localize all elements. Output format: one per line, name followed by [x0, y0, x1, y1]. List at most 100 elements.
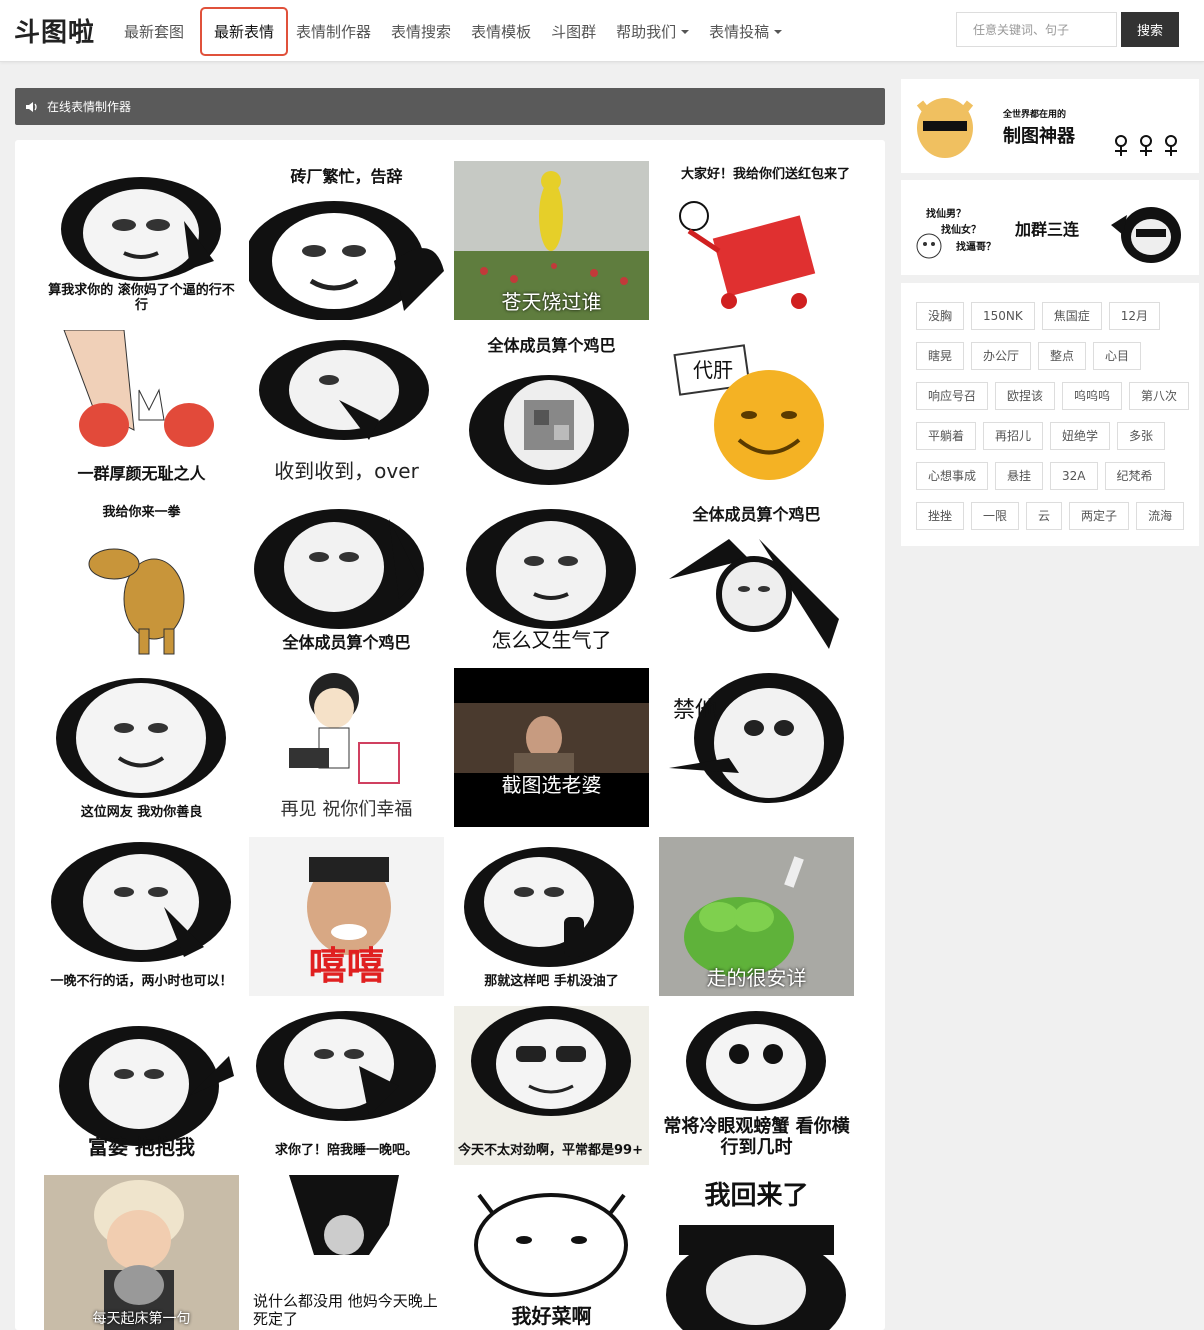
promo-banner-group[interactable]: 找仙男？ 找仙女？ 找逼哥？ 加群三连	[901, 180, 1199, 275]
emoticon-caption: 收到收到，over	[274, 459, 419, 483]
chevron-down-icon	[774, 30, 783, 34]
navbar: 斗图啦 最新套图 最新表情 表情制作器 表情搜索 表情模板 斗图群 帮助我们 表…	[0, 0, 1204, 62]
tag-item[interactable]: 挫挫	[916, 502, 965, 530]
tag-item[interactable]: 焦国症	[1041, 302, 1102, 330]
emoticon-caption: 我给你来一拳	[102, 505, 181, 520]
tag-item[interactable]: 心目	[1093, 342, 1142, 370]
tag-row: 瞎晃 办公厅 整点 心目	[916, 342, 1199, 370]
emoticon-thumb[interactable]: 富婆 抱抱我	[44, 1006, 239, 1165]
emoticon-thumb[interactable]: 代肝	[659, 330, 854, 489]
nav-item-latest-emoticons[interactable]: 最新表情	[200, 6, 289, 56]
nav-item-groups[interactable]: 斗图群	[545, 13, 602, 50]
tag-item[interactable]: 悬挂	[995, 462, 1044, 490]
emoticon-thumb[interactable]: 全体成员算个鸡巴	[454, 330, 649, 489]
tag-item[interactable]: 整点	[1038, 342, 1087, 370]
emoticon-caption: 苍天饶过谁	[501, 290, 602, 314]
tag-item[interactable]: 第八次	[1129, 382, 1190, 410]
hot-tags-panel: 没胸 150NK 焦国症 12月 瞎晃 办公厅 整点 心目 响应号召 欧捏该 呜…	[901, 283, 1199, 546]
emoticon-thumb[interactable]: 我给你来一拳	[44, 499, 239, 658]
nav-item-submit[interactable]: 表情投稿	[703, 13, 788, 50]
tag-item[interactable]: 妞绝学	[1050, 422, 1111, 450]
main-nav: 最新套图 最新表情 表情制作器 表情搜索 表情模板 斗图群 帮助我们 表情投稿	[118, 0, 796, 62]
tag-row: 心想事成 悬挂 32A 纪梵希	[916, 462, 1199, 490]
tag-item[interactable]: 流海	[1136, 502, 1185, 530]
emoticon-thumb[interactable]: 再见 祝你们幸福	[249, 668, 444, 827]
emoticon-caption: 再见 祝你们幸福	[280, 799, 413, 821]
emoticon-thumb[interactable]: 嘻嘻	[249, 837, 444, 996]
nav-item-emoticon-maker[interactable]: 表情制作器	[290, 13, 377, 50]
banner-text[interactable]: 在线表情制作器	[47, 98, 131, 115]
nav-item-help-us-label: 帮助我们	[616, 22, 677, 41]
tag-item[interactable]: 瞎晃	[916, 342, 965, 370]
tag-item[interactable]: 平躺着	[916, 422, 977, 450]
speaker-icon	[26, 101, 37, 112]
emoticon-thumb[interactable]: 怎么又生气了	[454, 499, 649, 658]
emoticon-thumb[interactable]: 全体成员算个鸡巴	[659, 499, 854, 658]
emoticon-thumb[interactable]: 截图选老婆	[454, 668, 649, 827]
red-envelope-cart-image	[679, 201, 816, 309]
panda-face-image	[669, 673, 844, 803]
tag-item[interactable]: 办公厅	[971, 342, 1032, 370]
emoticon-thumb[interactable]: 我回来了	[659, 1175, 854, 1330]
promo-banner-maker[interactable]: 全世界都在用的 制图神器	[901, 79, 1199, 173]
tag-item[interactable]: 一限	[971, 502, 1020, 530]
panda-face-image	[256, 1011, 436, 1121]
emoticon-thumb[interactable]: 我好菜啊	[454, 1175, 649, 1330]
emoticon-thumb[interactable]: 这位网友 我劝你善良	[44, 668, 239, 827]
emoticon-thumb[interactable]: 说什么都没用 他妈今天晚上死定了	[249, 1175, 444, 1330]
tag-item[interactable]: 没胸	[916, 302, 965, 330]
panda-face-image	[56, 678, 226, 798]
emoticon-caption: 大家好！我给你们送红包来了	[680, 167, 850, 182]
search-button[interactable]: 搜索	[1121, 12, 1179, 47]
tag-item[interactable]: 云	[1026, 502, 1063, 530]
tag-item[interactable]: 纪梵希	[1104, 462, 1165, 490]
emoticon-thumb[interactable]: 那就这样吧 手机没油了	[454, 837, 649, 996]
emoticon-thumb[interactable]: 一群厚颜无耻之人	[44, 330, 239, 489]
emoticon-thumb[interactable]: 大家好！我给你们送红包来了	[659, 161, 854, 320]
emoticon-thumb[interactable]: 算我求你的 滚你妈了个逼的行不行	[44, 161, 239, 320]
emoticon-thumb[interactable]: 走的很安详	[659, 837, 854, 996]
nav-item-help-us[interactable]: 帮助我们	[610, 13, 695, 50]
tag-item[interactable]: 32A	[1050, 462, 1098, 490]
emoticon-thumb[interactable]: 一晚不行的话，两小时也可以！	[44, 837, 239, 996]
emoticon-thumb[interactable]: 今天不太对劲啊，平常都是99+	[454, 1006, 649, 1165]
nav-item-latest-sets[interactable]: 最新套图	[118, 13, 190, 50]
tag-item[interactable]: 呜呜呜	[1062, 382, 1123, 410]
tag-item[interactable]: 多张	[1117, 422, 1166, 450]
emoticon-caption: 全体成员算个鸡巴	[692, 505, 821, 524]
emoticon-caption: 这位网友 我劝你善良	[80, 805, 203, 821]
tag-item[interactable]: 欧捏该	[995, 382, 1056, 410]
emoticon-caption: 截图选老婆	[501, 773, 602, 797]
tag-item[interactable]: 再招儿	[983, 422, 1044, 450]
tag-item[interactable]: 150NK	[971, 302, 1035, 330]
promo-slogan: 加群三连	[1015, 220, 1080, 239]
tag-item[interactable]: 心想事成	[916, 462, 989, 490]
nav-item-emoticon-search[interactable]: 表情搜索	[385, 13, 457, 50]
emoticon-thumb[interactable]: 每天起床第一句	[44, 1175, 239, 1330]
emoticon-caption: 今天不太对劲啊，平常都是99+	[458, 1143, 643, 1159]
emoticon-thumb[interactable]: 禁他	[659, 668, 854, 827]
emoticon-caption: 全体成员算个鸡巴	[487, 336, 616, 355]
nav-item-submit-label: 表情投稿	[709, 22, 770, 41]
search-input[interactable]	[956, 12, 1117, 47]
promo-line-1: 全世界都在用的	[1003, 110, 1067, 120]
emoticon-thumb[interactable]: 收到收到，over	[249, 330, 444, 489]
tag-item[interactable]: 12月	[1108, 302, 1161, 330]
horse-image	[88, 548, 185, 655]
nav-item-emoticon-templates[interactable]: 表情模板	[465, 13, 537, 50]
announcement-banner: 在线表情制作器	[15, 88, 885, 125]
emoticon-caption: 嘻嘻	[308, 944, 385, 989]
emoticon-thumb[interactable]: 苍天饶过谁	[454, 161, 649, 320]
tag-item[interactable]: 两定子	[1069, 502, 1130, 530]
emoticon-thumb[interactable]: 全体成员算个鸡巴	[249, 499, 444, 658]
baby-photo-image	[94, 1180, 184, 1330]
emoticon-caption: 算我求你的 滚你妈了个逼的行不行	[48, 282, 235, 314]
emoticon-thumb[interactable]: 砖厂繁忙，告辞	[249, 161, 444, 320]
emoticon-thumb[interactable]: 求你了！陪我睡一晚吧。	[249, 1006, 444, 1165]
cute-face-icon	[916, 233, 942, 259]
site-logo[interactable]: 斗图啦	[14, 12, 95, 49]
emoticon-panel: 算我求你的 滚你妈了个逼的行不行 砖厂繁忙，告辞 苍天饶过谁 大家好！我给你们送…	[15, 140, 885, 1330]
tag-item[interactable]: 响应号召	[916, 382, 989, 410]
emoticon-caption: 说什么都没用 他妈今天晚上死定了	[253, 1292, 438, 1328]
emoticon-thumb[interactable]: 常将冷眼观螃蟹 看你横行到几时	[659, 1006, 854, 1165]
